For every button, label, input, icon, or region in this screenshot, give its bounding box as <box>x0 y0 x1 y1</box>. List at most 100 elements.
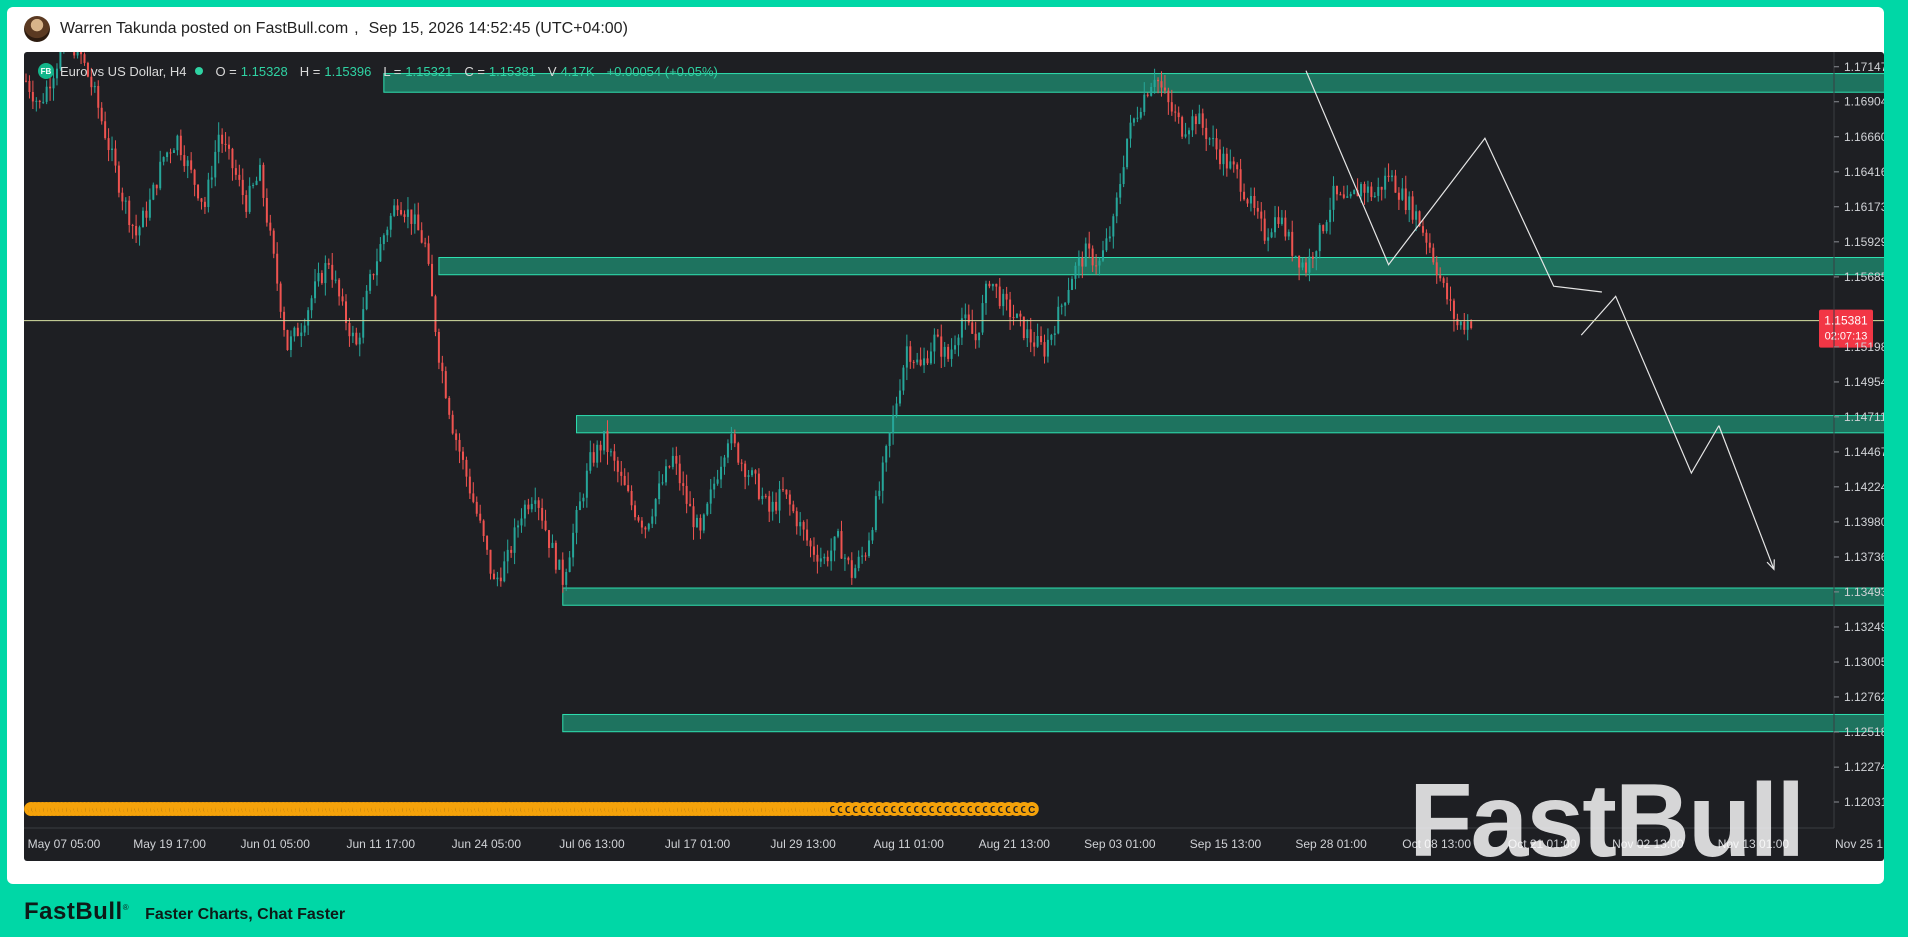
candle-body <box>837 531 840 537</box>
y-tick-label: 1.16660 <box>1844 130 1884 144</box>
candle-body <box>1394 175 1397 193</box>
candle <box>775 492 778 515</box>
candle <box>269 214 272 236</box>
candle-body <box>895 403 898 415</box>
open-value: 1.15328 <box>240 63 288 79</box>
registered-mark: ® <box>122 903 130 912</box>
candle-body <box>1342 194 1345 198</box>
poster-name[interactable]: Warren Takunda posted on FastBull.com <box>60 20 348 38</box>
candle <box>31 80 34 110</box>
candle-body <box>575 509 578 533</box>
candle <box>781 477 784 492</box>
low-label: L = <box>383 63 402 79</box>
candle <box>1335 185 1338 201</box>
candle-body <box>152 184 155 200</box>
candle <box>974 321 977 349</box>
candle <box>1119 173 1122 205</box>
candle <box>578 492 581 511</box>
candle <box>417 202 420 231</box>
candle-body <box>1270 232 1273 238</box>
candle <box>1246 197 1249 207</box>
candle <box>1408 191 1411 223</box>
candle <box>799 512 802 536</box>
supply-demand-zone <box>562 713 1884 733</box>
candle <box>658 471 661 505</box>
candle-body <box>458 439 461 452</box>
candle <box>1446 277 1449 305</box>
close-value: 1.15381 <box>488 63 536 79</box>
y-tick-label: 1.12031 <box>1844 795 1884 809</box>
candle <box>1002 289 1005 316</box>
candle-body <box>733 434 736 444</box>
candle-body <box>355 332 358 345</box>
chart-panel[interactable]: 1.15381 02:07:13 1.17147 1.16904 1.16660 1.1… <box>24 52 1884 861</box>
candle-body <box>513 527 516 553</box>
projection-line <box>1580 295 1720 475</box>
candle <box>1346 185 1349 198</box>
candle-body <box>720 466 723 480</box>
candle-body <box>238 174 241 180</box>
candle-body <box>1146 94 1149 96</box>
candle <box>1022 316 1025 341</box>
candle-body <box>413 214 416 224</box>
candle-body <box>998 286 1001 307</box>
candle <box>1449 286 1452 312</box>
candle <box>100 102 103 125</box>
candle <box>183 145 186 172</box>
candle-body <box>740 462 743 464</box>
candle-body <box>107 138 110 151</box>
candle-body <box>943 346 946 357</box>
candle-body <box>510 549 513 553</box>
open-label: O = <box>215 63 237 79</box>
candlestick-chart[interactable]: 1.1538102:07:13 1.171471.169041.166601.1… <box>24 52 1884 861</box>
candle <box>1222 146 1225 176</box>
candle-body <box>1029 329 1032 343</box>
candle-body <box>272 230 275 254</box>
candle <box>912 359 915 369</box>
candle-body <box>320 272 323 284</box>
candle-body <box>1411 196 1414 220</box>
footer-logo[interactable]: FastBull® <box>24 898 129 926</box>
candle <box>754 469 757 485</box>
candle <box>888 432 891 458</box>
candle <box>544 509 547 532</box>
candle-body <box>49 86 52 89</box>
candle <box>1466 314 1469 341</box>
symbol-name[interactable]: Euro vs US Dollar, H4 <box>60 64 186 79</box>
candle-body <box>706 503 709 515</box>
y-tick-label: 1.12762 <box>1844 690 1884 704</box>
avatar[interactable] <box>24 16 50 42</box>
candle-body <box>1174 111 1177 113</box>
candle-body <box>496 577 499 580</box>
candle-body <box>1452 300 1455 319</box>
candle-body <box>245 195 248 212</box>
candle <box>1184 122 1187 139</box>
y-tick-label: 1.13980 <box>1844 515 1884 529</box>
candle-body <box>331 264 334 280</box>
candle-body <box>162 157 165 162</box>
candle <box>341 288 344 306</box>
candle <box>121 187 124 211</box>
candle <box>523 500 526 527</box>
candle-body <box>1325 222 1328 232</box>
candle-body <box>991 283 994 287</box>
candle <box>1442 276 1445 288</box>
candle <box>1291 220 1294 262</box>
candle-body <box>444 371 447 398</box>
candle-body <box>1126 138 1129 168</box>
candle-body <box>933 334 936 352</box>
candle <box>967 304 970 326</box>
candle <box>1287 229 1290 241</box>
candle <box>331 252 334 288</box>
candle <box>114 140 117 173</box>
candle <box>355 327 358 346</box>
candle-body <box>785 489 788 495</box>
candle-body <box>1466 321 1469 330</box>
candle <box>489 549 492 580</box>
candle-body <box>551 542 554 548</box>
candle <box>1101 240 1104 263</box>
candle <box>351 325 354 344</box>
candle <box>616 456 619 483</box>
y-tick-label: 1.14954 <box>1844 375 1884 389</box>
candle-body <box>1442 278 1445 283</box>
